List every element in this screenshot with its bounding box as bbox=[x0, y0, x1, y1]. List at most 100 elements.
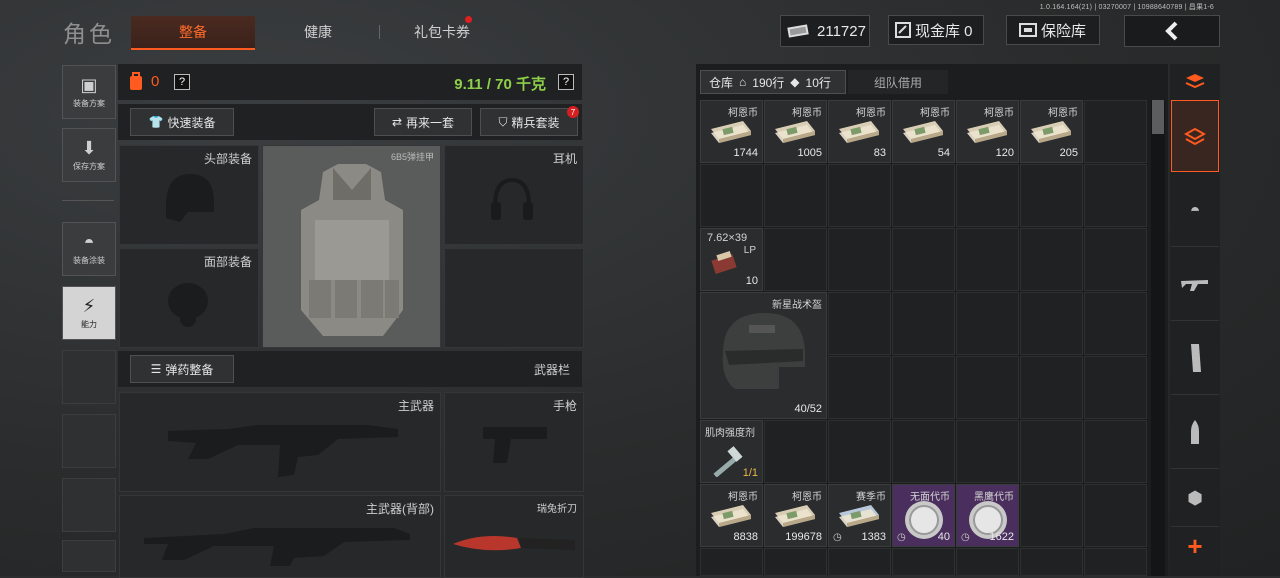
sidebar-equip-plan[interactable]: ▣ 装备方案 bbox=[62, 65, 116, 119]
grid-cell[interactable] bbox=[956, 420, 1019, 483]
pistol-slot[interactable]: 手枪 bbox=[444, 392, 584, 492]
grid-cell[interactable] bbox=[956, 292, 1019, 355]
category-currency-tab[interactable] bbox=[1171, 100, 1219, 172]
warehouse-item-kn-coin[interactable]: 柯恩币 1744 bbox=[700, 100, 763, 163]
grid-cell[interactable] bbox=[764, 164, 827, 227]
sidebar-save-plan[interactable]: ⬇ 保存方案 bbox=[62, 128, 116, 182]
grid-cell[interactable] bbox=[1020, 356, 1083, 419]
grid-cell[interactable] bbox=[956, 548, 1019, 576]
vest-icon: ▣ bbox=[80, 75, 98, 95]
tab-gift-cards[interactable]: 礼包卡券 bbox=[380, 16, 504, 48]
grid-cell[interactable] bbox=[892, 548, 955, 576]
grid-cell[interactable] bbox=[1084, 484, 1147, 547]
grid-cell[interactable] bbox=[956, 356, 1019, 419]
tab-equip[interactable]: 整备 bbox=[131, 16, 255, 50]
again-button[interactable]: ⇄ 再来一套 bbox=[374, 108, 472, 136]
warehouse-tab[interactable]: 仓库 ⌂ 190行 ◆ 10行 bbox=[700, 70, 846, 94]
warehouse-item-kn-coin[interactable]: 柯恩币 54 bbox=[892, 100, 955, 163]
grid-cell[interactable] bbox=[828, 356, 891, 419]
grid-cell[interactable] bbox=[1020, 484, 1083, 547]
grid-cell[interactable] bbox=[956, 228, 1019, 291]
grid-cell[interactable] bbox=[1084, 164, 1147, 227]
item-count: 1383 bbox=[861, 531, 886, 543]
grid-cell[interactable] bbox=[1084, 292, 1147, 355]
sidebar-equip-paint[interactable]: ◓ 装备涂装 bbox=[62, 222, 116, 276]
warehouse-item-helmet[interactable]: 新星战术盔 40/52 bbox=[700, 292, 827, 419]
category-all-tab[interactable] bbox=[1171, 64, 1219, 101]
grid-cell[interactable] bbox=[956, 164, 1019, 227]
grid-cell[interactable] bbox=[764, 548, 827, 576]
quick-equip-button[interactable]: 👕 快速装备 bbox=[130, 108, 234, 136]
backpack-icon bbox=[130, 72, 142, 90]
grid-cell[interactable] bbox=[1020, 228, 1083, 291]
warehouse-item-stim[interactable]: 肌肉强度剂 1/1 bbox=[700, 420, 763, 483]
ammo-icon: ☰ bbox=[150, 362, 162, 376]
grid-cell[interactable] bbox=[1020, 548, 1083, 576]
timer-icon: ◷ bbox=[961, 532, 970, 543]
face-gear-slot[interactable]: 面部装备 bbox=[119, 248, 259, 348]
elite-kit-button[interactable]: ⛉ 精兵套装 bbox=[480, 108, 578, 136]
tag-icon: ◆ bbox=[790, 75, 800, 89]
top-tabs: 整备 健康 礼包卡券 bbox=[131, 16, 504, 50]
cash-vault-button[interactable]: 现金库 0 bbox=[888, 15, 984, 45]
head-gear-slot[interactable]: 头部装备 bbox=[119, 145, 259, 245]
grid-cell[interactable] bbox=[764, 228, 827, 291]
grid-cell[interactable] bbox=[892, 356, 955, 419]
grid-cell[interactable] bbox=[1084, 548, 1147, 576]
grid-cell[interactable] bbox=[828, 292, 891, 355]
sidebar-label: 保存方案 bbox=[73, 162, 105, 171]
warehouse-item-ammo[interactable]: 7.62×39 LP 10 bbox=[700, 228, 763, 291]
grid-cell[interactable] bbox=[1084, 420, 1147, 483]
category-helmet-tab[interactable]: ◓ bbox=[1171, 174, 1219, 247]
grid-cell[interactable] bbox=[828, 420, 891, 483]
warehouse-item-bottom[interactable]: 柯恩币 199678 bbox=[764, 484, 827, 547]
ammo-prep-button[interactable]: ☰ 弹药整备 bbox=[130, 355, 234, 383]
grid-cell[interactable] bbox=[892, 164, 955, 227]
sidebar-ability[interactable]: ⚡ 能力 bbox=[62, 286, 116, 340]
category-ammo-tab[interactable] bbox=[1171, 396, 1219, 469]
team-borrow-tab[interactable]: 组队借用 bbox=[848, 70, 948, 94]
grid-cell[interactable] bbox=[1084, 228, 1147, 291]
grid-cell[interactable] bbox=[828, 164, 891, 227]
category-rifle-tab[interactable] bbox=[1171, 248, 1219, 321]
grid-cell[interactable] bbox=[828, 228, 891, 291]
slot-label: 面部装备 bbox=[203, 255, 252, 269]
grid-cell[interactable] bbox=[1020, 292, 1083, 355]
grid-cell[interactable] bbox=[1020, 420, 1083, 483]
help-icon[interactable]: ? bbox=[558, 74, 574, 90]
warehouse-scrollbar[interactable] bbox=[1151, 100, 1165, 576]
insurance-vault-button[interactable]: 保险库 bbox=[1006, 15, 1100, 45]
primary-weapon-back-slot[interactable]: 主武器(背部) bbox=[119, 495, 441, 578]
warehouse-item-bottom[interactable]: 赛季币 ◷ 1383 bbox=[828, 484, 891, 547]
grid-cell[interactable] bbox=[1084, 100, 1147, 163]
category-gear-tab[interactable]: ⬢ bbox=[1171, 470, 1219, 527]
grid-cell[interactable] bbox=[700, 164, 763, 227]
earphone-slot[interactable]: 耳机 bbox=[444, 145, 584, 245]
empty-gear-slot[interactable] bbox=[444, 248, 584, 348]
warehouse-item-bottom[interactable]: 黑鹰代币 ◷ 1622 bbox=[956, 484, 1019, 547]
warehouse-item-bottom[interactable]: 柯恩币 8838 bbox=[700, 484, 763, 547]
warehouse-item-kn-coin[interactable]: 柯恩币 120 bbox=[956, 100, 1019, 163]
grid-cell[interactable] bbox=[700, 548, 763, 576]
add-icon[interactable]: + bbox=[1171, 528, 1219, 564]
category-magazine-tab[interactable] bbox=[1171, 322, 1219, 395]
grid-cell[interactable] bbox=[828, 548, 891, 576]
help-icon[interactable]: ? bbox=[174, 74, 190, 90]
primary-weapon-slot[interactable]: 主武器 bbox=[119, 392, 441, 492]
warehouse-item-kn-coin[interactable]: 柯恩币 83 bbox=[828, 100, 891, 163]
back-button[interactable] bbox=[1124, 15, 1220, 47]
warehouse-item-kn-coin[interactable]: 柯恩币 205 bbox=[1020, 100, 1083, 163]
grid-cell[interactable] bbox=[892, 228, 955, 291]
grid-cell[interactable] bbox=[1020, 164, 1083, 227]
armor-slot[interactable]: 6B5弹挂甲 bbox=[262, 145, 441, 348]
grid-cell[interactable] bbox=[892, 292, 955, 355]
grid-cell[interactable] bbox=[892, 420, 955, 483]
warehouse-item-kn-coin[interactable]: 柯恩币 1005 bbox=[764, 100, 827, 163]
tab-health[interactable]: 健康 bbox=[256, 16, 380, 48]
warehouse-item-bottom[interactable]: 无面代币 ◷ 40 bbox=[892, 484, 955, 547]
knife-slot[interactable]: 瑞兔折刀 bbox=[444, 495, 584, 578]
bullet-icon bbox=[1191, 420, 1199, 444]
scrollbar-thumb[interactable] bbox=[1152, 100, 1164, 134]
grid-cell[interactable] bbox=[764, 420, 827, 483]
grid-cell[interactable] bbox=[1084, 356, 1147, 419]
